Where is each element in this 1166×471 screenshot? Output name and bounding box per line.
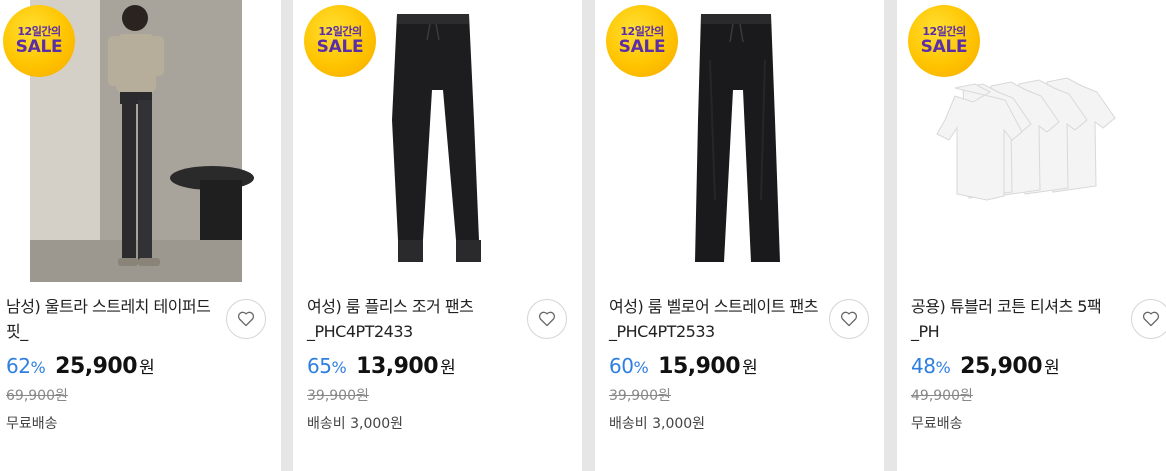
sale-badge: 12일간의 SALE: [606, 5, 678, 77]
wishlist-button[interactable]: [829, 299, 869, 339]
price-row: 62% 25,900 원: [6, 353, 155, 379]
shipping-info: 배송비 3,000원: [609, 416, 706, 432]
heart-icon: [1142, 311, 1160, 327]
original-price: 49,900원: [911, 388, 973, 404]
product-title[interactable]: 여성) 룸 벨로어 스트레이트 팬츠_PHC4PT2533: [609, 294, 821, 344]
sale-price: 25,900: [960, 354, 1043, 379]
product-card[interactable]: 12일간의 SALE 여성) 룸 벨로어 스트레이트 팬츠_PHC4PT2533…: [595, 0, 884, 471]
product-title[interactable]: 여성) 룸 플리스 조거 팬츠_PHC4PT2433: [307, 294, 519, 344]
heart-icon: [538, 311, 556, 327]
sale-price: 25,900: [55, 354, 138, 379]
heart-icon: [840, 311, 858, 327]
original-price: 69,900원: [6, 388, 68, 404]
wishlist-button[interactable]: [527, 299, 567, 339]
currency-label: 원: [139, 358, 155, 378]
price-row: 48% 25,900 원: [911, 353, 1060, 379]
product-title[interactable]: 남성) 울트라 스트레치 테이퍼드 핏_: [6, 294, 218, 344]
currency-label: 원: [1044, 358, 1060, 378]
price-row: 65% 13,900 원: [307, 353, 456, 379]
wishlist-button[interactable]: [226, 299, 266, 339]
discount-rate: 62%: [6, 354, 46, 378]
product-card[interactable]: 12일간의 SALE 남성) 울트라 스트레치 테이퍼드 핏_ 62% 25,9…: [0, 0, 281, 471]
discount-rate: 48%: [911, 354, 951, 378]
sale-badge: 12일간의 SALE: [304, 5, 376, 77]
product-card[interactable]: 12일간의 SALE 공용) 튜블러 코튼 티셔츠 5팩_PH 48% 25,9…: [897, 0, 1166, 471]
shipping-info: 무료배송: [6, 416, 58, 432]
price-row: 60% 15,900 원: [609, 353, 758, 379]
discount-rate: 65%: [307, 354, 347, 378]
wishlist-button[interactable]: [1131, 299, 1166, 339]
heart-icon: [237, 311, 255, 327]
currency-label: 원: [742, 358, 758, 378]
sale-price: 13,900: [356, 354, 439, 379]
original-price: 39,900원: [307, 388, 369, 404]
sale-badge: 12일간의 SALE: [908, 5, 980, 77]
sale-badge: 12일간의 SALE: [3, 5, 75, 77]
original-price: 39,900원: [609, 388, 671, 404]
product-list: 12일간의 SALE 남성) 울트라 스트레치 테이퍼드 핏_ 62% 25,9…: [0, 0, 1166, 471]
shipping-info: 무료배송: [911, 416, 963, 432]
shipping-info: 배송비 3,000원: [307, 416, 404, 432]
sale-price: 15,900: [658, 354, 741, 379]
product-title[interactable]: 공용) 튜블러 코튼 티셔츠 5팩_PH: [911, 294, 1123, 344]
product-card[interactable]: 12일간의 SALE 여성) 룸 플리스 조거 팬츠_PHC4PT2433 65…: [293, 0, 582, 471]
discount-rate: 60%: [609, 354, 649, 378]
currency-label: 원: [440, 358, 456, 378]
